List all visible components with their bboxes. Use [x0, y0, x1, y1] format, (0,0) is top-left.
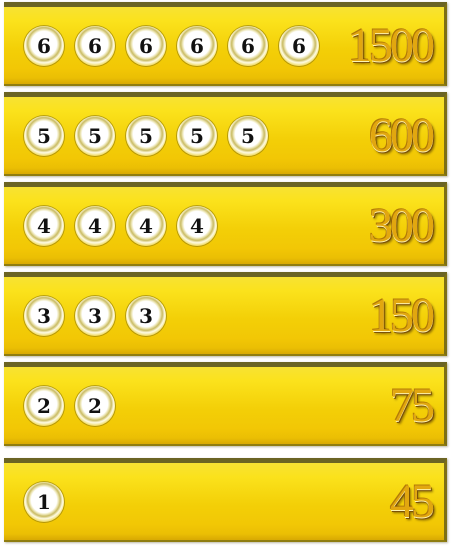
ball-number: 3 — [37, 303, 51, 328]
payout-value: 600 — [369, 108, 435, 162]
number-ball: 6 — [279, 25, 319, 66]
ball-number: 6 — [88, 33, 102, 58]
payout-value: 150 — [369, 288, 435, 342]
number-ball: 6 — [24, 25, 64, 66]
number-ball: 2 — [24, 385, 64, 426]
ball-number: 6 — [190, 33, 204, 58]
payout-value: 75 — [390, 378, 435, 432]
ball-number: 2 — [88, 393, 102, 418]
ball-number: 5 — [241, 123, 255, 148]
ball-number: 3 — [139, 303, 153, 328]
paytable: 6 6 6 6 6 6 1500 5 5 5 5 5 600 4 4 4 4 3… — [0, 0, 453, 556]
number-ball: 3 — [24, 295, 64, 336]
ball-number: 4 — [37, 213, 51, 238]
number-ball: 5 — [228, 115, 268, 156]
ball-number: 6 — [37, 33, 51, 58]
number-ball: 1 — [24, 481, 64, 522]
ball-number: 3 — [88, 303, 102, 328]
ball-number: 6 — [292, 33, 306, 58]
number-ball: 6 — [228, 25, 268, 66]
payout-value: 300 — [369, 198, 435, 252]
ball-number: 5 — [37, 123, 51, 148]
paytable-row-3: 3 3 3 150 — [4, 272, 447, 356]
payout-value: 1500 — [348, 18, 435, 72]
number-ball: 5 — [126, 115, 166, 156]
number-ball: 4 — [126, 205, 166, 246]
number-ball: 4 — [75, 205, 115, 246]
ball-number: 5 — [190, 123, 204, 148]
payout-value: 45 — [390, 474, 435, 528]
number-ball: 6 — [177, 25, 217, 66]
paytable-row-1: 1 45 — [4, 458, 447, 542]
number-ball: 3 — [126, 295, 166, 336]
number-ball: 6 — [75, 25, 115, 66]
ball-number: 5 — [88, 123, 102, 148]
paytable-row-4: 4 4 4 4 300 — [4, 182, 447, 266]
ball-number: 4 — [88, 213, 102, 238]
ball-number: 6 — [139, 33, 153, 58]
number-ball: 5 — [177, 115, 217, 156]
number-ball: 5 — [75, 115, 115, 156]
ball-number: 2 — [37, 393, 51, 418]
ball-number: 5 — [139, 123, 153, 148]
paytable-row-2: 2 2 75 — [4, 362, 447, 446]
ball-number: 4 — [139, 213, 153, 238]
number-ball: 3 — [75, 295, 115, 336]
number-ball: 4 — [24, 205, 64, 246]
ball-number: 4 — [190, 213, 204, 238]
ball-number: 1 — [37, 489, 51, 514]
paytable-row-6: 6 6 6 6 6 6 1500 — [4, 2, 447, 86]
number-ball: 2 — [75, 385, 115, 426]
paytable-row-5: 5 5 5 5 5 600 — [4, 92, 447, 176]
ball-number: 6 — [241, 33, 255, 58]
number-ball: 6 — [126, 25, 166, 66]
number-ball: 4 — [177, 205, 217, 246]
number-ball: 5 — [24, 115, 64, 156]
